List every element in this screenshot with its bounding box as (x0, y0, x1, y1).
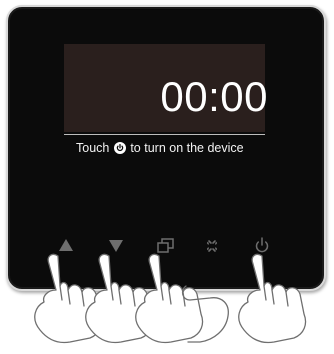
up-button[interactable] (54, 234, 78, 258)
down-button[interactable] (104, 234, 128, 258)
overlapping-squares-icon (157, 238, 174, 253)
power-icon (113, 142, 126, 154)
mode-button[interactable] (154, 234, 178, 258)
power-hint: Touch to turn on the device (76, 140, 276, 156)
screen-divider (64, 134, 265, 135)
power-icon (255, 237, 269, 253)
triangle-up-icon (59, 239, 73, 251)
hint-suffix: to turn on the device (130, 141, 244, 155)
clock-display: 00:00 (160, 73, 268, 120)
hint-prefix: Touch (76, 141, 110, 155)
triangle-down-icon (109, 240, 123, 252)
hand-4 (181, 285, 229, 343)
fan-button[interactable] (200, 234, 224, 258)
fan-icon (207, 240, 217, 252)
power-button[interactable] (250, 234, 274, 258)
